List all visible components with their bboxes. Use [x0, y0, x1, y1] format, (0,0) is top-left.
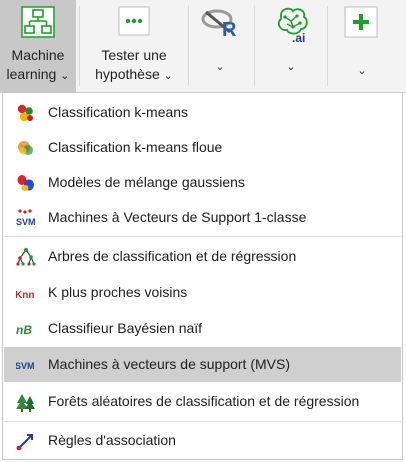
menu-item-label: Classifieur Bayésien naïf: [48, 320, 203, 336]
menu-item-decision-tree[interactable]: Arbres de classification et de régressio…: [4, 239, 401, 274]
menu-item-svm[interactable]: SVM Machines à vecteurs de support (MVS): [4, 347, 401, 382]
gaussian-mixture-icon: [17, 175, 34, 191]
plus-icon: [344, 6, 378, 38]
r-logo-icon: R: [201, 9, 237, 40]
r-integration-button[interactable]: R ⌄: [190, 0, 250, 92]
svg-text:.ai: .ai: [292, 31, 305, 43]
menu-item-label: Règles d'association: [48, 432, 176, 448]
random-forest-icon: [16, 394, 35, 412]
naive-bayes-icon: nB: [16, 323, 32, 337]
machine-learning-label-line2-row: learning ⌄: [0, 65, 76, 86]
menu-item-label: Machines à vecteurs de support (MVS): [48, 356, 290, 372]
chevron-down-icon: ⌄: [163, 70, 173, 82]
chevron-down-icon: ⌄: [286, 61, 296, 73]
svg-text:Knn: Knn: [16, 290, 34, 301]
menu-item-label: K plus proches voisins: [48, 284, 188, 300]
ai-button[interactable]: .ai ⌄: [259, 0, 323, 92]
knn-icon: Knn: [16, 290, 34, 301]
machine-learning-label-line1: Machine: [11, 47, 65, 63]
menu-item-knn[interactable]: Knn K plus proches voisins: [4, 275, 401, 310]
menu-item-gaussian-mixture[interactable]: Modèles de mélange gaussiens: [4, 165, 401, 200]
svm-one-class-icon: SVM: [16, 209, 36, 227]
menu-item-association-rules[interactable]: Règles d'association: [4, 423, 401, 458]
menu-item-label: Modèles de mélange gaussiens: [48, 174, 245, 190]
menu-item-naive-bayes[interactable]: nB Classifieur Bayésien naïf: [4, 311, 401, 346]
tester-hypothese-button[interactable]: Tester une hypothèse ⌄: [84, 0, 184, 92]
add-button[interactable]: ⌄: [330, 0, 394, 92]
ribbon-divider: [254, 6, 255, 86]
menu-item-fuzzy-kmeans[interactable]: Classification k-means floue: [4, 130, 401, 165]
chevron-down-icon: ⌄: [215, 61, 225, 73]
menu-item-label: Classification k-means: [48, 104, 189, 120]
menu-item-random-forest[interactable]: Forêts aléatoires de classification et d…: [4, 384, 401, 419]
machine-learning-button[interactable]: Machine learning ⌄: [0, 0, 76, 92]
kmeans-icon: [17, 104, 33, 122]
decision-tree-icon: [16, 248, 36, 266]
svg-text:nB: nB: [16, 323, 32, 337]
more-dots-icon: [118, 6, 150, 36]
svg-text:R: R: [222, 19, 237, 40]
menu-item-label: Machines à Vecteurs de Support 1-classe: [48, 209, 307, 225]
tester-hypothese-label-line2: hypothèse: [95, 66, 160, 82]
ribbon-divider: [327, 6, 328, 86]
menu-divider: [4, 421, 401, 422]
menu-divider: [4, 236, 401, 237]
tester-hypothese-label-line2-row: hypothèse ⌄: [84, 65, 184, 86]
association-rules-icon: [16, 434, 33, 451]
tester-hypothese-label-line1: Tester une: [101, 47, 167, 63]
menu-item-svm-one-class[interactable]: SVM Machines à Vecteurs de Support 1-cla…: [4, 200, 401, 235]
menu-item-kmeans[interactable]: Classification k-means: [4, 95, 401, 130]
ribbon-toolbar: Machine learning ⌄ Tester une hypothèse …: [0, 0, 406, 93]
menu-item-label: Arbres de classification et de régressio…: [48, 248, 297, 264]
tester-hypothese-label: Tester une hypothèse ⌄: [84, 46, 184, 86]
machine-learning-icon: [21, 6, 55, 38]
menu-item-label: Forêts aléatoires de classification et d…: [48, 393, 360, 409]
svm-icon: SVM: [16, 361, 35, 371]
menu-item-label: Classification k-means floue: [48, 139, 223, 155]
chevron-down-icon: ⌄: [357, 65, 367, 77]
svg-text:SVM: SVM: [16, 217, 36, 227]
machine-learning-label: Machine learning ⌄: [0, 46, 76, 86]
svg-text:SVM: SVM: [16, 361, 35, 371]
ribbon-divider: [188, 6, 189, 86]
fuzzy-kmeans-icon: [18, 141, 33, 155]
ribbon-divider: [79, 6, 80, 86]
chevron-down-icon: ⌄: [60, 70, 70, 82]
ai-brain-icon: .ai: [277, 7, 308, 43]
machine-learning-label-line2: learning: [6, 66, 57, 82]
machine-learning-menu: Classification k-means Classification k-…: [2, 92, 403, 460]
